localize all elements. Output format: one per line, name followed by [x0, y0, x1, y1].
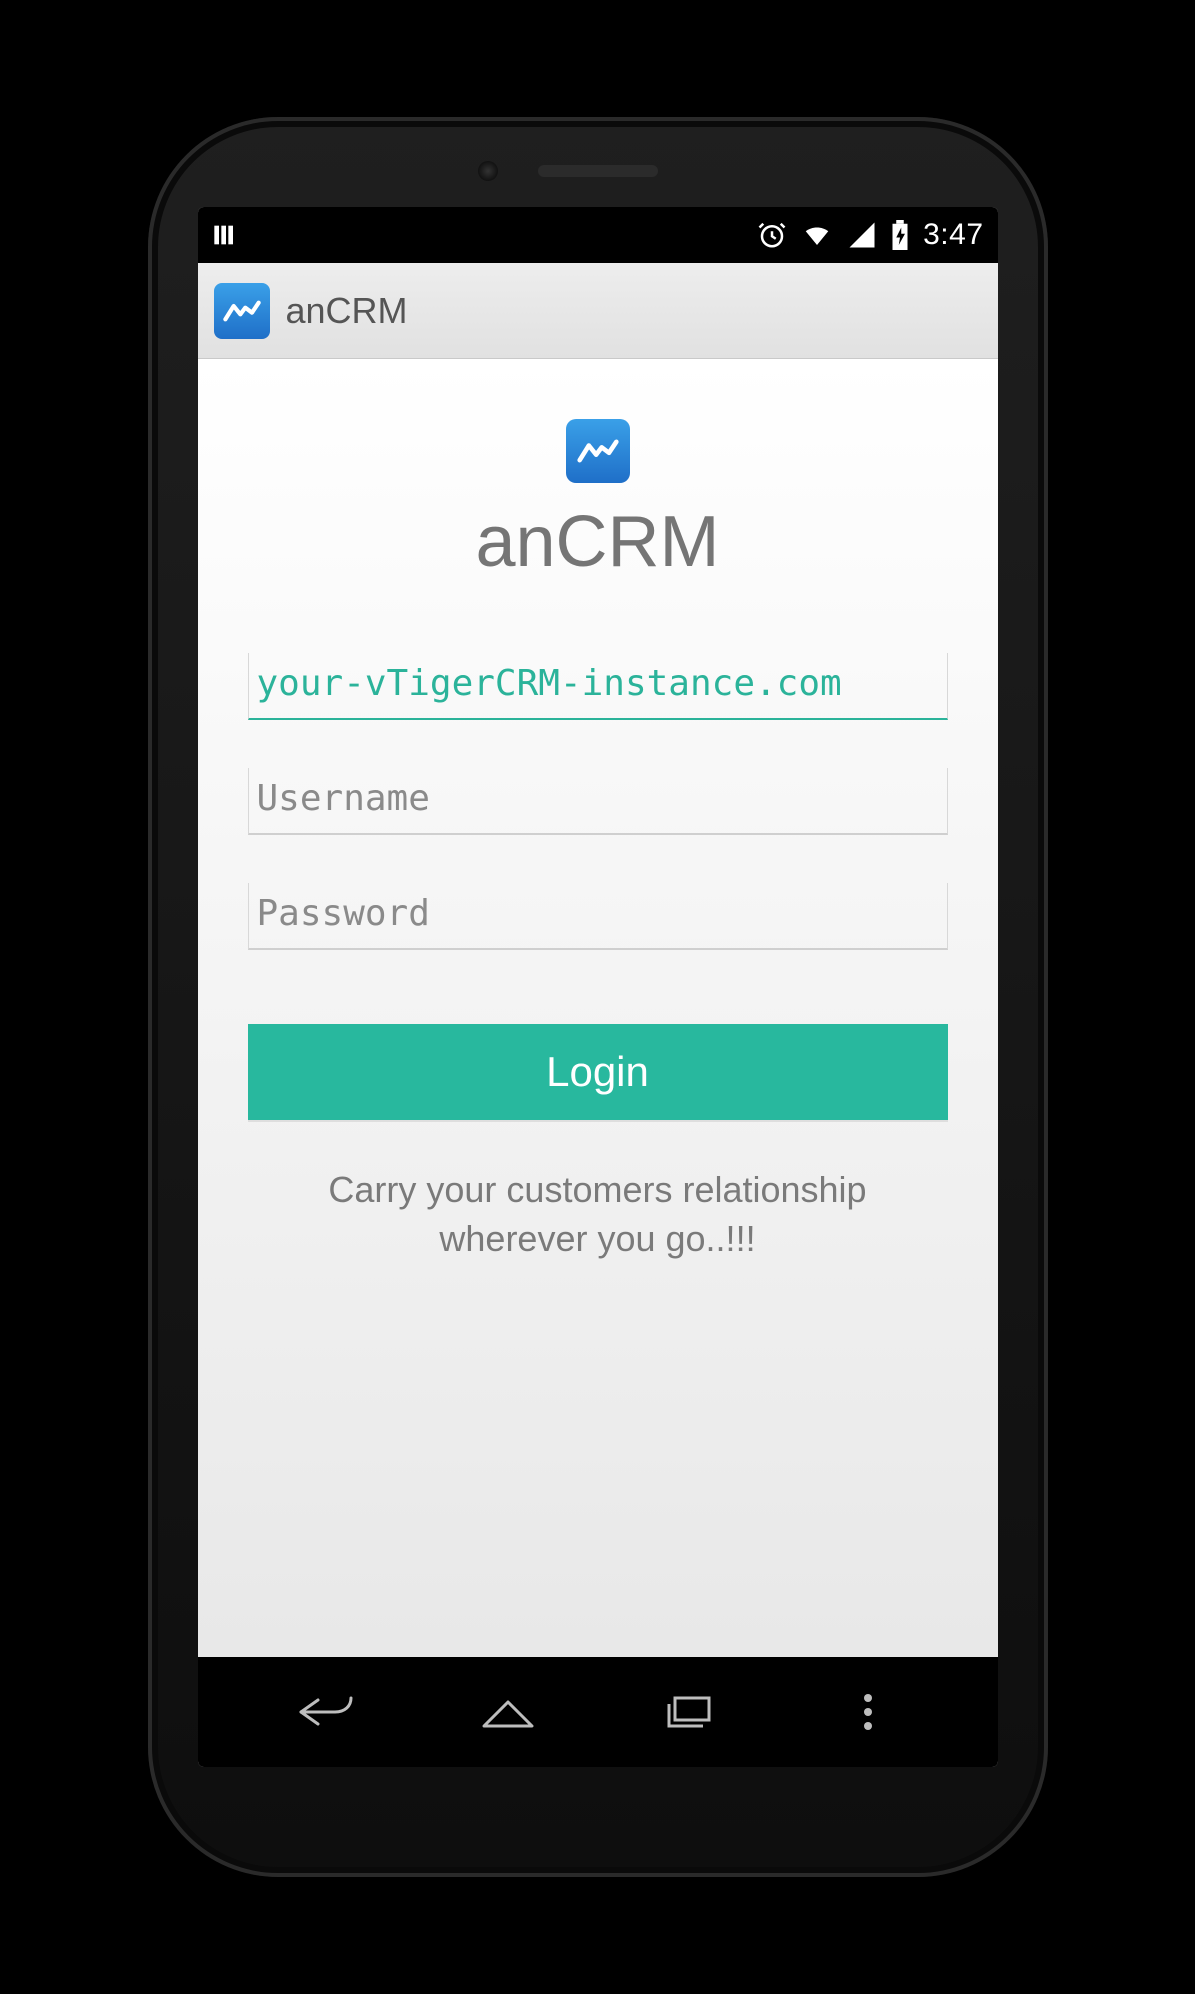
status-bar: 3:47 [198, 207, 998, 263]
login-screen: anCRM Login Carry your customers relatio… [198, 359, 998, 1657]
system-nav-bar [198, 1657, 998, 1767]
status-time: 3:47 [923, 218, 983, 252]
battery-charging-icon [891, 220, 909, 250]
back-button[interactable] [273, 1692, 383, 1732]
wifi-icon [801, 220, 833, 250]
action-bar: anCRM [198, 263, 998, 359]
home-button[interactable] [453, 1692, 563, 1732]
tagline-text: Carry your customers relationship wherev… [248, 1166, 948, 1263]
login-form: Login [248, 653, 948, 1120]
menu-button[interactable] [813, 1694, 923, 1730]
alarm-icon [757, 220, 787, 250]
phone-frame: 3:47 anCRM anCRM [148, 117, 1048, 1877]
username-input[interactable] [248, 768, 948, 835]
logo-title: anCRM [475, 501, 719, 583]
recent-apps-button[interactable] [633, 1692, 743, 1732]
logo-block: anCRM [475, 419, 719, 583]
action-bar-title: anCRM [286, 290, 408, 332]
app-icon [214, 283, 270, 339]
logo-icon [566, 419, 630, 483]
notification-icon [212, 221, 240, 249]
instance-url-input[interactable] [248, 653, 948, 720]
password-input[interactable] [248, 883, 948, 950]
screen: 3:47 anCRM anCRM [198, 207, 998, 1767]
login-button[interactable]: Login [248, 1024, 948, 1120]
kebab-icon [864, 1694, 872, 1730]
signal-icon [847, 220, 877, 250]
